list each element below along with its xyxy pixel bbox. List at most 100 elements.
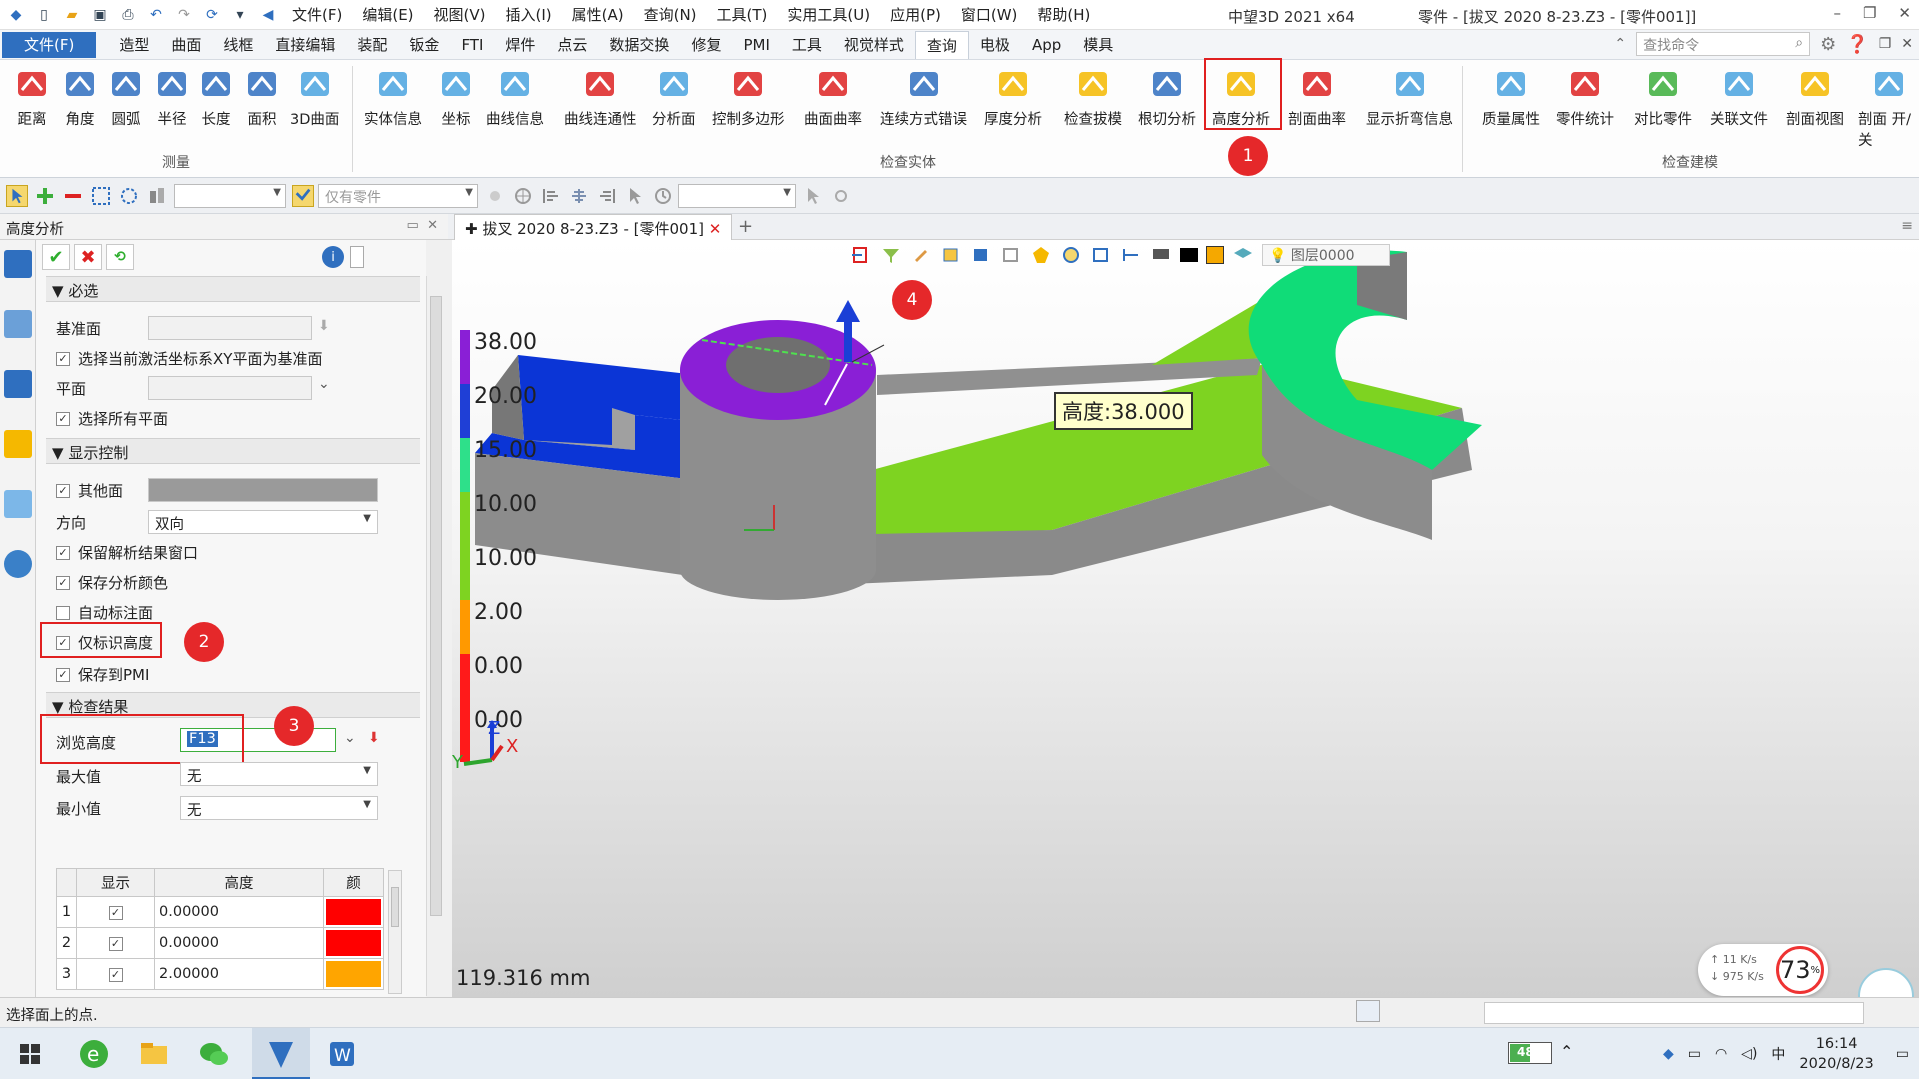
tab-8[interactable]: 点云 [546, 31, 598, 59]
clock[interactable]: 16:14 2020/8/23 [1799, 1034, 1873, 1074]
other-face-checkbox[interactable]: ✓ [56, 483, 70, 498]
refresh-icon[interactable]: ⟳ [202, 5, 222, 25]
doc-restore-icon[interactable]: ❐ [1879, 36, 1892, 52]
row-auto-annot[interactable]: 自动标注面 [56, 602, 153, 623]
model-button-3[interactable]: 关联文件 [1710, 64, 1768, 129]
tab-17[interactable]: 模具 [1072, 31, 1124, 59]
black-color-swatch[interactable] [1180, 248, 1198, 262]
new-file-icon[interactable]: ▯ [34, 5, 54, 25]
model-button-0[interactable]: 质量属性 [1482, 64, 1540, 129]
table-row[interactable]: 1 ✓ 0.00000 [56, 896, 384, 928]
panel-scrollbar[interactable] [426, 276, 444, 996]
word-icon[interactable]: W [322, 1034, 362, 1074]
cancel-icon[interactable]: ✖ [74, 244, 102, 270]
use-xy-checkbox[interactable]: ✓ [56, 351, 70, 366]
view-layers-icon[interactable] [1232, 245, 1254, 265]
measure-button-1[interactable]: 角度 [60, 64, 100, 129]
other-face-color[interactable] [148, 478, 378, 502]
pick-icon[interactable] [484, 185, 506, 207]
wechat-icon[interactable] [194, 1034, 234, 1074]
align-center-icon[interactable] [568, 185, 590, 207]
select-pointer-icon[interactable] [6, 184, 28, 207]
tab-5[interactable]: 钣金 [398, 31, 450, 59]
row-show-checkbox[interactable]: ✓ [108, 967, 123, 982]
tab-6[interactable]: FTI [450, 31, 494, 59]
filter-combo[interactable]: 仅有零件 ▼ [318, 183, 478, 208]
tab-2[interactable]: 线框 [212, 31, 264, 59]
view-render-icon[interactable] [1060, 245, 1082, 265]
settings-gear-icon[interactable]: ⚙ [1820, 34, 1836, 55]
table-row[interactable]: 2 ✓ 0.00000 [56, 927, 384, 959]
snap-icon[interactable] [512, 185, 534, 207]
new-tab-icon[interactable]: + [738, 216, 753, 237]
panel-expand-icon[interactable] [350, 246, 364, 268]
inspect-button-5[interactable]: 控制多边形 [712, 64, 785, 129]
align-right-icon[interactable] [596, 185, 618, 207]
tab-4[interactable]: 装配 [346, 31, 398, 59]
tab-9[interactable]: 数据交换 [598, 31, 680, 59]
table-scrollbar[interactable] [388, 870, 402, 994]
measure-button-5[interactable]: 面积 [242, 64, 282, 129]
tray-battery-icon[interactable]: ▭ [1688, 1046, 1701, 1062]
view-section-icon[interactable] [1030, 245, 1052, 265]
row-show-checkbox[interactable]: ✓ [108, 905, 123, 920]
table-row[interactable]: 3 ✓ 2.00000 [56, 958, 384, 990]
plane-field[interactable] [148, 376, 312, 400]
row-use-xy[interactable]: ✓ 选择当前激活坐标系XY平面为基准面 [56, 348, 322, 369]
menu-insert[interactable]: 插入(I) [506, 4, 552, 25]
menu-utilities[interactable]: 实用工具(U) [787, 4, 870, 25]
menu-tools[interactable]: 工具(T) [717, 4, 768, 25]
tab-10[interactable]: 修复 [680, 31, 732, 59]
status-monitor-icon[interactable] [1392, 1000, 1416, 1022]
tray-ime-icon[interactable]: 中 [1771, 1044, 1785, 1064]
document-tab[interactable]: ✚ 拔叉 2020 8-23.Z3 - [零件001] ✕ [454, 214, 733, 240]
plane-dropdown-icon[interactable]: ⌄ [318, 376, 330, 392]
command-input[interactable] [1484, 1002, 1864, 1024]
view-shaded-icon[interactable] [970, 245, 992, 265]
assembly-tree-icon[interactable] [4, 370, 32, 398]
undo-icon[interactable]: ↶ [146, 5, 166, 25]
back-arrow-icon[interactable]: ◀ [258, 5, 278, 25]
doc-close-icon[interactable]: ✕ [1901, 36, 1913, 52]
redo-icon[interactable]: ↷ [174, 5, 194, 25]
tab-file[interactable]: 文件(F) [2, 31, 97, 58]
notification-icon[interactable]: ▭ [1896, 1046, 1909, 1062]
view-combo[interactable]: ▼ [678, 183, 796, 208]
measure-button-3[interactable]: 半径 [152, 64, 192, 129]
row-show-checkbox[interactable]: ✓ [108, 936, 123, 951]
close-icon[interactable]: ✕ [1898, 4, 1911, 22]
measure-button-2[interactable]: 圆弧 [106, 64, 146, 129]
tray-app-icon[interactable]: ◆ [1663, 1046, 1674, 1062]
tab-13[interactable]: 视觉样式 [833, 31, 915, 59]
remove-icon[interactable] [62, 185, 84, 207]
zw3d-taskbar-item[interactable] [252, 1028, 310, 1079]
history-icon[interactable] [652, 185, 674, 207]
pick-face-icon[interactable]: ⬇ [318, 318, 330, 334]
view-orient-icon[interactable] [1000, 245, 1022, 265]
inspect-button-8[interactable]: 厚度分析 [984, 64, 1042, 129]
row-other-face[interactable]: ✓ 其他面 [56, 480, 123, 501]
filter-parts-icon[interactable] [292, 184, 314, 207]
row-show-cell[interactable]: ✓ [75, 958, 156, 990]
measure-button-4[interactable]: 长度 [196, 64, 236, 129]
row-show-cell[interactable]: ✓ [75, 896, 156, 928]
browse-expand-icon[interactable]: ⌄ [344, 730, 356, 746]
analysis-icon[interactable] [4, 250, 32, 278]
save-icon[interactable]: ▣ [90, 5, 110, 25]
tabs-menu-icon[interactable]: ≡ [1901, 218, 1913, 234]
3d-viewport[interactable]: 💡 图层0000 38.00 20.00 15.00 10.00 10.00 2.00 0.… [452, 240, 1919, 997]
inspect-button-0[interactable]: 实体信息 [364, 64, 422, 129]
measure-button-6[interactable]: 3D曲面 [290, 64, 339, 129]
restore-icon[interactable]: ❐ [1863, 4, 1876, 22]
info-icon[interactable]: i [322, 246, 344, 268]
row-color[interactable] [323, 927, 384, 959]
model-button-2[interactable]: 对比零件 [1634, 64, 1692, 129]
base-face-field[interactable] [148, 316, 312, 340]
menu-apps[interactable]: 应用(P) [890, 4, 941, 25]
min-select[interactable]: 无 ▼ [180, 796, 378, 820]
pick-settings-icon[interactable] [830, 185, 852, 207]
menu-window[interactable]: 窗口(W) [961, 4, 1018, 25]
tray-up-icon[interactable]: ⌃ [1560, 1042, 1573, 1061]
model-button-5[interactable]: 剖面 开/关 [1858, 64, 1919, 150]
view-dimension-icon[interactable] [1120, 245, 1142, 265]
